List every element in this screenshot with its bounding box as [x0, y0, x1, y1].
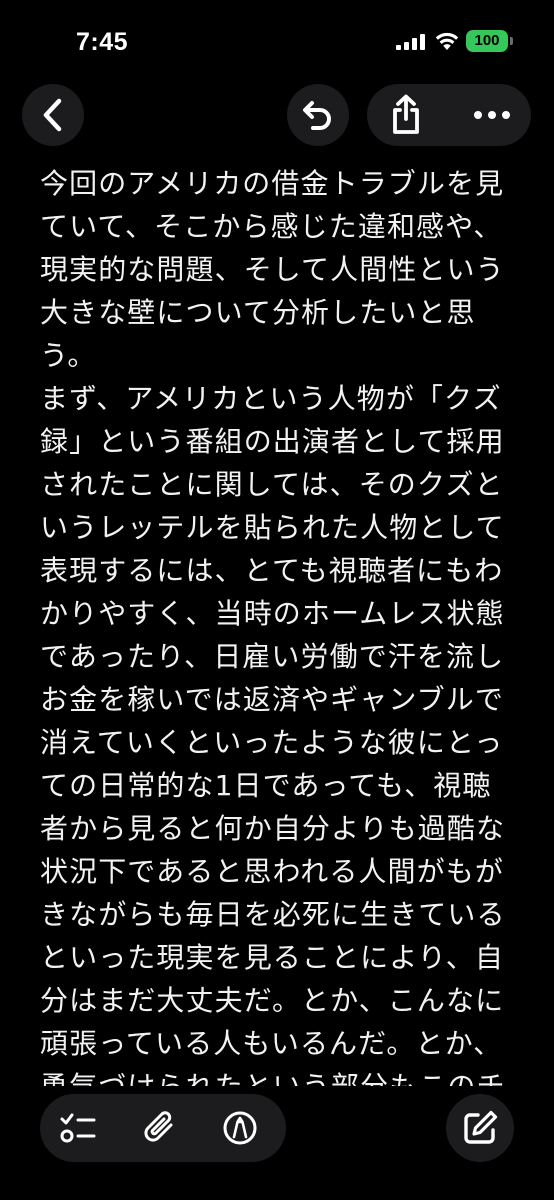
- note-paragraph-2: まず、アメリカという人物が「クズ録」という番組の出演者として採用されたことに関し…: [40, 382, 506, 1086]
- paperclip-icon: [144, 1111, 173, 1142]
- cellular-signal-icon: [396, 34, 425, 50]
- back-button[interactable]: [22, 84, 84, 146]
- share-button[interactable]: [375, 84, 437, 146]
- checklist-button[interactable]: [48, 1094, 108, 1162]
- wifi-icon: [435, 32, 459, 50]
- status-time: 7:45: [76, 28, 129, 56]
- compose-icon: [464, 1110, 498, 1144]
- status-bar: 7:45 100: [0, 0, 554, 80]
- attach-button[interactable]: [130, 1094, 190, 1162]
- chevron-left-icon: [43, 98, 62, 132]
- compose-button[interactable]: [446, 1094, 514, 1162]
- battery-tip: [510, 37, 513, 45]
- markup-pen-icon: [223, 1111, 257, 1145]
- bottom-toolbar: [40, 1094, 286, 1162]
- checklist-icon: [60, 1113, 96, 1143]
- ellipsis-icon: [474, 111, 510, 119]
- battery-indicator: 100: [466, 30, 508, 52]
- share-icon: [393, 94, 419, 134]
- more-button[interactable]: [461, 84, 523, 146]
- undo-button[interactable]: [287, 84, 349, 146]
- action-pill-group: [367, 84, 531, 146]
- note-body[interactable]: 今回のアメリカの借金トラブルを見ていて、そこから感じた違和感や、現実的な問題、そ…: [40, 162, 516, 1086]
- undo-arrow-icon: [303, 101, 331, 130]
- markup-button[interactable]: [210, 1094, 270, 1162]
- note-paragraph-1: 今回のアメリカの借金トラブルを見ていて、そこから感じた違和感や、現実的な問題、そ…: [40, 167, 505, 372]
